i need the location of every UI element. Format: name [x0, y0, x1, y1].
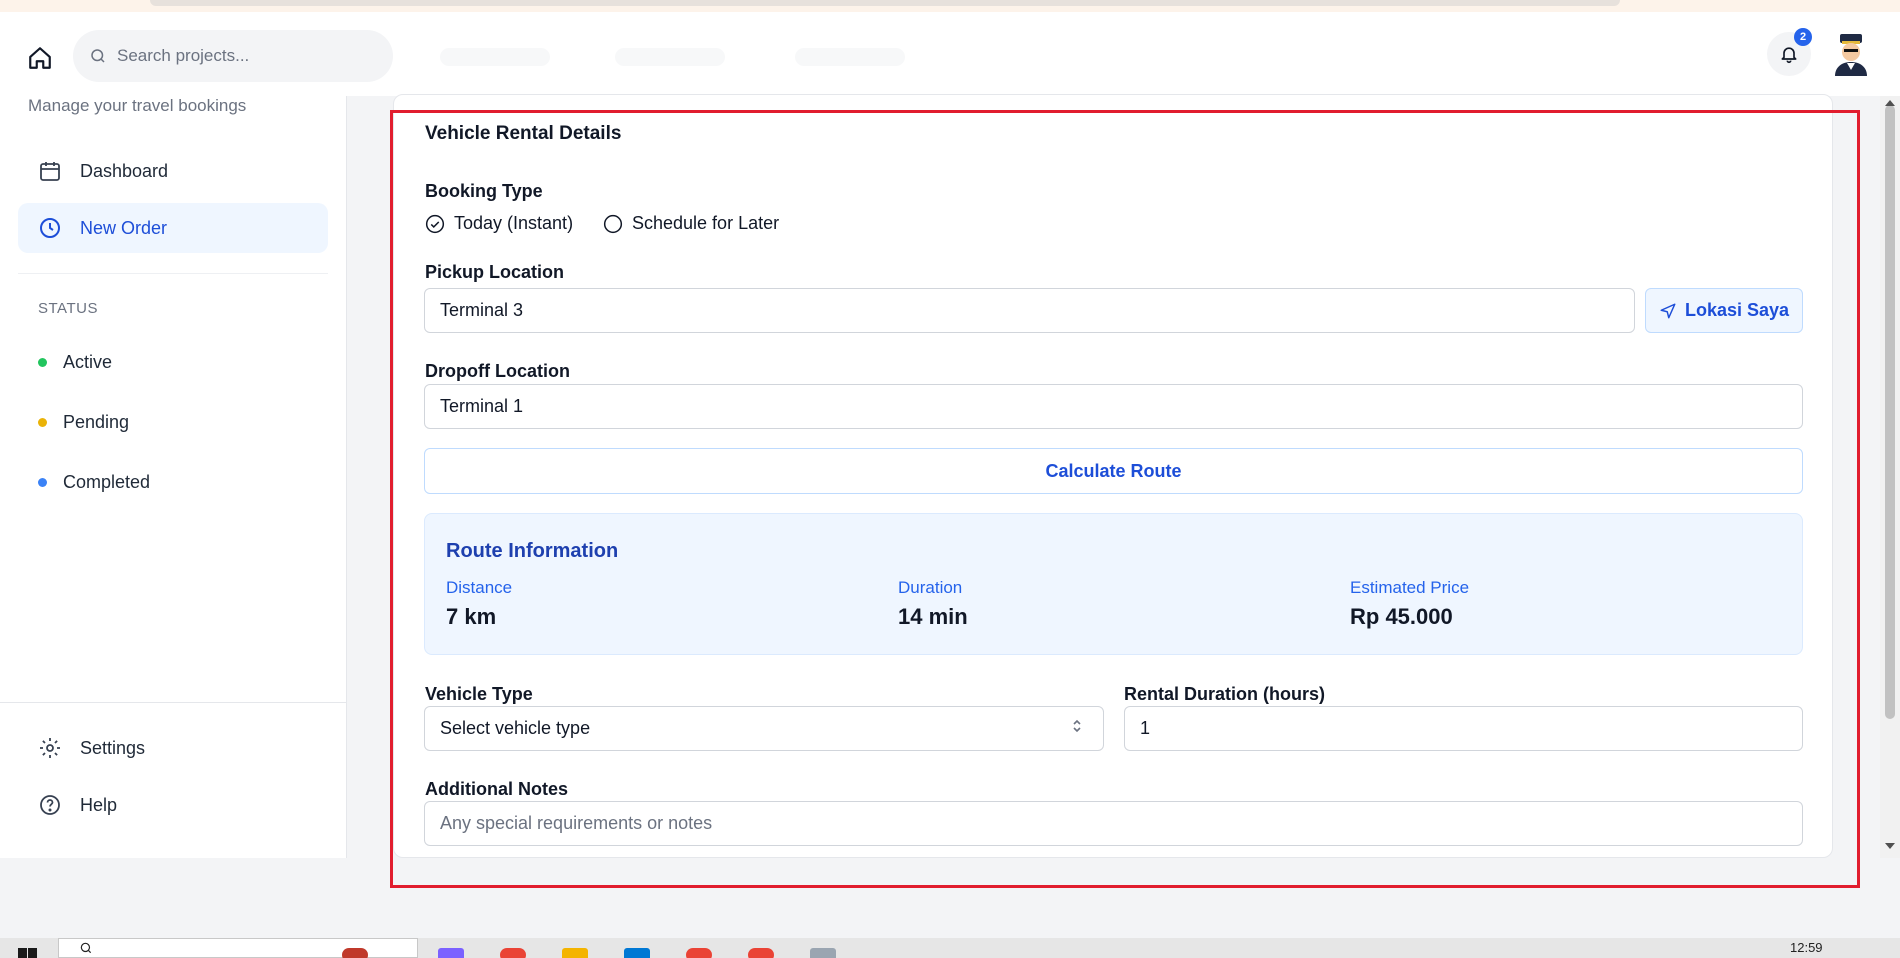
form-title: Vehicle Rental Details — [425, 123, 622, 144]
status-dot — [38, 418, 47, 427]
windows-start-icon[interactable] — [18, 946, 38, 958]
check-circle-icon — [425, 214, 445, 233]
sidebar-item-help[interactable]: Help — [18, 780, 328, 830]
vehicle-type-placeholder: Select vehicle type — [440, 718, 591, 738]
radio-label: Schedule for Later — [632, 213, 780, 233]
sidebar-subtitle: Manage your travel bookings — [28, 96, 247, 115]
route-info-title: Route Information — [446, 540, 619, 562]
folder-icon[interactable] — [562, 948, 588, 958]
status-dot — [38, 478, 47, 487]
estimated-price-label: Estimated Price — [1350, 578, 1470, 597]
pickup-location-label: Pickup Location — [425, 262, 565, 282]
chrome-icon[interactable] — [686, 948, 712, 958]
vscode-icon[interactable] — [624, 948, 650, 958]
home-button[interactable] — [22, 40, 58, 76]
status-label: Pending — [63, 412, 130, 432]
rental-duration-input[interactable] — [1124, 706, 1803, 751]
sidebar-item-label: Help — [80, 794, 118, 815]
scroll-up-arrow[interactable] — [1885, 100, 1895, 106]
distance-value: 7 km — [446, 604, 497, 629]
sidebar-item-new-order[interactable]: New Order — [18, 203, 328, 253]
dropoff-location-label: Dropoff Location — [425, 361, 570, 381]
browser-address-pill — [150, 0, 1620, 6]
sidebar-item-settings[interactable]: Settings — [18, 723, 328, 773]
duration-value: 14 min — [898, 604, 968, 629]
sidebar-item-label: Dashboard — [80, 160, 169, 181]
route-info-panel — [424, 513, 1803, 655]
gear-icon — [40, 738, 60, 758]
sidebar-divider — [18, 273, 328, 274]
dropoff-location-input[interactable] — [424, 384, 1803, 429]
radio-label: Today (Instant) — [454, 213, 574, 233]
sidebar-item-label: Settings — [80, 737, 146, 758]
header-tab-placeholder[interactable] — [795, 48, 905, 66]
search-icon — [91, 49, 105, 63]
duration-label: Duration — [898, 578, 963, 597]
sidebar-footer-divider — [0, 702, 347, 703]
status-dot — [38, 358, 47, 367]
header-tab-placeholder[interactable] — [440, 48, 550, 66]
vehicle-type-select[interactable]: Select vehicle type — [424, 706, 1104, 751]
sidebar-item-label: New Order — [80, 217, 168, 238]
sidebar: Manage your travel bookings Dashboard Ne… — [0, 96, 347, 858]
calculate-route-button[interactable]: Calculate Route — [424, 448, 1803, 494]
search-box[interactable] — [73, 30, 393, 82]
my-location-label: Lokasi Saya — [1684, 300, 1790, 320]
calendar-icon — [40, 162, 60, 181]
bell-icon — [1781, 47, 1797, 64]
clock-icon — [40, 218, 60, 238]
taskbar-app-icon[interactable] — [342, 948, 368, 958]
avatar[interactable] — [1830, 30, 1872, 78]
status-item-completed[interactable]: Completed — [38, 472, 150, 493]
taskbar-clock[interactable]: 12:59 — [1790, 940, 1823, 955]
chrome-icon[interactable] — [500, 948, 526, 958]
status-label: Active — [63, 352, 113, 372]
status-label: Completed — [63, 472, 151, 492]
status-item-pending[interactable]: Pending — [38, 412, 129, 433]
chevron-up-down-icon — [1073, 719, 1081, 733]
scroll-down-arrow[interactable] — [1885, 843, 1895, 849]
sidebar-item-dashboard[interactable]: Dashboard — [18, 146, 328, 196]
radio-today-instant[interactable]: Today (Instant) — [425, 213, 573, 234]
navigation-arrow-icon — [1660, 303, 1676, 318]
status-item-active[interactable]: Active — [38, 352, 112, 373]
search-icon — [80, 942, 92, 954]
booking-type-label: Booking Type — [425, 181, 543, 201]
status-heading: STATUS — [38, 300, 98, 317]
page-scrollbar[interactable] — [1880, 96, 1900, 858]
radio-empty-icon — [603, 214, 623, 233]
app-header: 2 — [0, 12, 1900, 96]
additional-notes-label: Additional Notes — [425, 779, 568, 799]
taskbar-app-icon[interactable] — [438, 948, 464, 958]
my-location-button[interactable]: Lokasi Saya — [1645, 288, 1803, 333]
notification-badge: 2 — [1794, 28, 1812, 46]
rental-duration-label: Rental Duration (hours) — [1124, 684, 1325, 704]
radio-schedule-later[interactable]: Schedule for Later — [603, 213, 779, 234]
additional-notes-input[interactable] — [424, 801, 1803, 846]
vehicle-type-label: Vehicle Type — [425, 684, 533, 704]
help-circle-icon — [40, 795, 60, 815]
home-icon — [29, 47, 51, 69]
scrollbar-thumb[interactable] — [1885, 105, 1895, 719]
pickup-location-input[interactable] — [424, 288, 1635, 333]
os-taskbar: 12:59 — [0, 938, 1900, 958]
chrome-icon[interactable] — [748, 948, 774, 958]
taskbar-app-icon[interactable] — [810, 948, 836, 958]
distance-label: Distance — [446, 578, 513, 597]
estimated-price-value: Rp 45.000 — [1350, 604, 1453, 629]
browser-top-strip — [0, 0, 1900, 12]
header-tab-placeholder[interactable] — [615, 48, 725, 66]
search-input[interactable] — [117, 46, 367, 66]
